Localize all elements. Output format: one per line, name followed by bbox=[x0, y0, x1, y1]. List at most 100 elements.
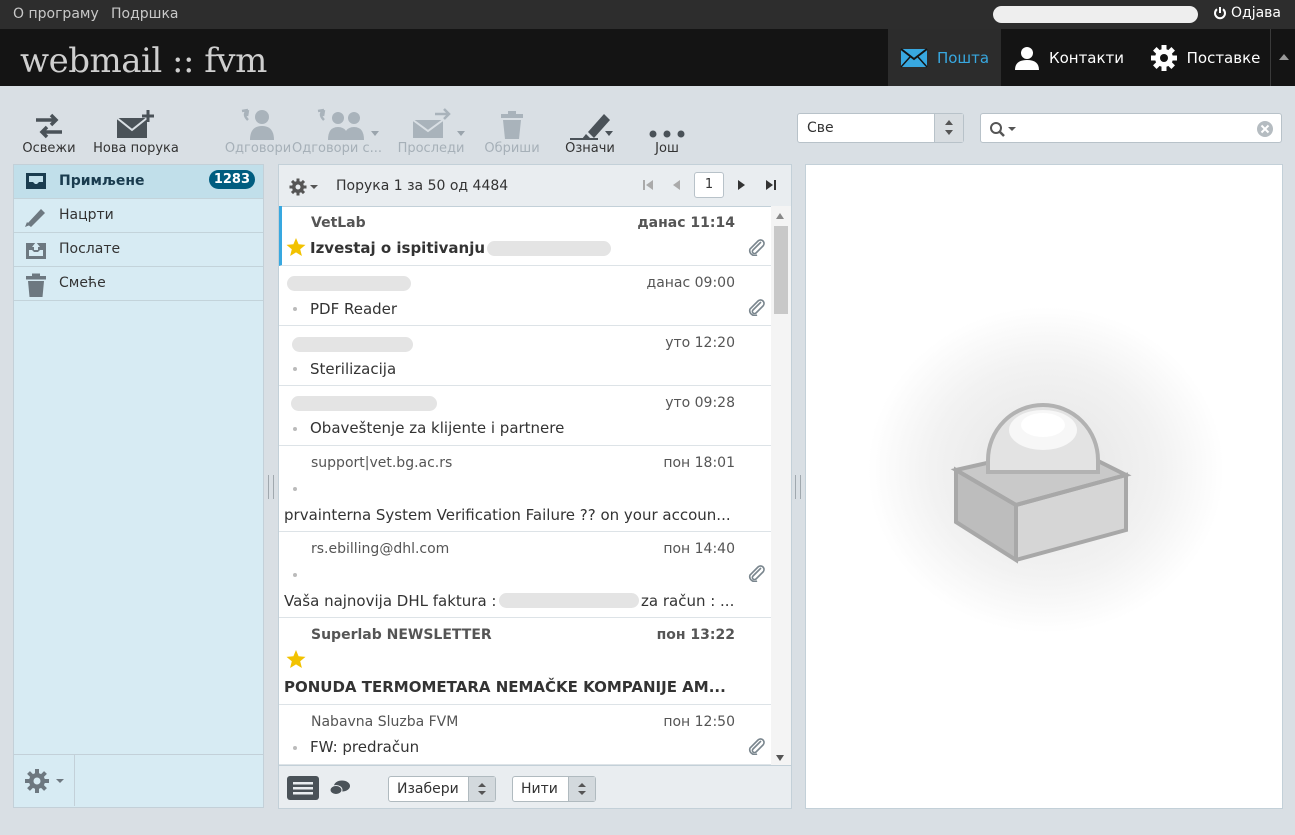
list-header: Порука 1 за 50 од 4484 1 bbox=[279, 165, 791, 207]
message-rows: VetLab данас 11:14 Izvestaj o ispitivanj… bbox=[279, 206, 771, 766]
refresh-icon bbox=[36, 113, 62, 139]
status-dot bbox=[293, 746, 297, 750]
header: webmail :: fvm Пошта Контакти Поставке bbox=[0, 29, 1295, 86]
message-from: Nabavna Sluzba FVM bbox=[311, 714, 459, 730]
status-dot bbox=[293, 367, 297, 371]
redacted-text bbox=[487, 241, 611, 256]
reply-icon bbox=[241, 108, 274, 140]
forward-label: Проследи bbox=[397, 141, 465, 156]
compose-icon bbox=[116, 110, 154, 138]
select-dropdown[interactable]: Изабери bbox=[388, 776, 496, 802]
message-row[interactable]: VetLab данас 11:14 Izvestaj o ispitivanj… bbox=[279, 206, 771, 266]
nav-mail-label: Пошта bbox=[936, 48, 990, 67]
message-from: VetLab bbox=[311, 215, 366, 231]
message-row[interactable]: уто 09:28 Obaveštenje za klijente i part… bbox=[279, 386, 771, 446]
message-from: Superlab NEWSLETTER bbox=[311, 627, 492, 643]
folder-footer bbox=[14, 754, 263, 807]
gear-icon bbox=[1150, 44, 1177, 71]
message-row[interactable]: rs.ebilling@dhl.com пон 14:40 Vaša najno… bbox=[279, 532, 771, 618]
clear-icon[interactable] bbox=[1256, 120, 1274, 138]
list-view-icon[interactable] bbox=[287, 776, 319, 800]
prev-page-icon[interactable] bbox=[671, 179, 681, 191]
redacted-sender bbox=[292, 337, 413, 352]
paperclip-icon bbox=[748, 738, 765, 755]
spinner-arrows-icon bbox=[934, 114, 963, 142]
filter-select[interactable]: Све bbox=[797, 113, 964, 143]
nav-collapse-button[interactable] bbox=[1270, 29, 1295, 86]
select-label: Изабери bbox=[397, 781, 459, 797]
message-subject: Sterilizacija bbox=[310, 360, 397, 378]
more-button[interactable]: Још bbox=[622, 104, 712, 156]
envelope-icon bbox=[900, 47, 928, 68]
folder-inbox[interactable]: Примљене 1283 bbox=[14, 165, 263, 199]
folder-sent[interactable]: Послате bbox=[14, 233, 263, 267]
top-bar: О програму Подршка Одјава bbox=[0, 0, 1295, 29]
logout-button[interactable]: Одјава bbox=[1213, 5, 1281, 21]
redacted-sender bbox=[287, 276, 411, 291]
list-options-icon[interactable] bbox=[289, 178, 321, 196]
preview-splitter[interactable] bbox=[795, 475, 801, 499]
compose-button[interactable]: Нова порука bbox=[91, 104, 181, 156]
message-list: Порука 1 за 50 од 4484 1 VetLab данас 11… bbox=[278, 164, 792, 809]
paperclip-icon bbox=[748, 565, 765, 582]
scroll-up-icon[interactable] bbox=[776, 213, 784, 219]
message-date: пон 13:22 bbox=[656, 627, 735, 643]
status-dot bbox=[293, 307, 297, 311]
scrollbar[interactable] bbox=[771, 206, 791, 766]
chevron-down-icon bbox=[605, 131, 613, 136]
folder-drafts[interactable]: Нацрти bbox=[14, 199, 263, 233]
logo: webmail :: fvm bbox=[20, 41, 267, 81]
last-page-icon[interactable] bbox=[765, 179, 777, 191]
message-count: Порука 1 за 50 од 4484 bbox=[336, 178, 509, 194]
message-subject: Vaša najnovija DHL faktura : bbox=[284, 592, 497, 610]
search-input[interactable] bbox=[980, 113, 1282, 143]
message-row[interactable]: уто 12:20 Sterilizacija bbox=[279, 326, 771, 386]
page-number-input[interactable]: 1 bbox=[694, 172, 724, 198]
forward-button[interactable]: Проследи bbox=[386, 104, 476, 156]
person-icon bbox=[1014, 46, 1039, 70]
nav-contacts[interactable]: Контакти bbox=[1005, 29, 1133, 86]
star-icon[interactable] bbox=[286, 238, 306, 257]
logout-label: Одјава bbox=[1231, 5, 1281, 21]
about-link[interactable]: О програму bbox=[13, 6, 99, 22]
user-account-field bbox=[993, 6, 1198, 23]
message-row[interactable]: данас 09:00 PDF Reader bbox=[279, 266, 771, 326]
delete-button[interactable]: Обриши bbox=[467, 104, 557, 156]
trash-icon bbox=[26, 273, 46, 297]
nav-settings[interactable]: Поставке bbox=[1140, 29, 1270, 86]
status-dot bbox=[293, 573, 297, 577]
next-page-icon[interactable] bbox=[737, 179, 747, 191]
folder-options-button[interactable] bbox=[14, 755, 75, 806]
folder-splitter[interactable] bbox=[268, 475, 274, 499]
chevron-up-icon bbox=[1279, 54, 1289, 60]
list-footer: Изабери Нити bbox=[279, 765, 791, 808]
scroll-down-icon[interactable] bbox=[776, 755, 784, 761]
refresh-button[interactable]: Освежи bbox=[4, 104, 94, 156]
delete-label: Обриши bbox=[484, 141, 540, 156]
message-subject: PDF Reader bbox=[310, 300, 398, 318]
compose-label: Нова порука bbox=[93, 141, 179, 156]
message-date: пон 12:50 bbox=[663, 714, 735, 730]
reply-all-label: Одговори с... bbox=[292, 141, 382, 156]
folder-label: Нацрти bbox=[59, 207, 114, 223]
nav-settings-label: Поставке bbox=[1186, 48, 1261, 67]
nav-mail[interactable]: Пошта bbox=[888, 29, 1001, 86]
message-row[interactable]: Nabavna Sluzba FVM пон 12:50 FW: predrač… bbox=[279, 705, 771, 765]
threads-dropdown[interactable]: Нити bbox=[512, 776, 596, 802]
reply-all-icon bbox=[317, 108, 364, 140]
star-icon[interactable] bbox=[286, 650, 306, 669]
first-page-icon[interactable] bbox=[642, 179, 654, 191]
reply-all-button[interactable]: Одговори с... bbox=[292, 104, 386, 156]
nav-contacts-label: Контакти bbox=[1048, 48, 1125, 67]
threads-view-icon[interactable] bbox=[329, 780, 351, 796]
message-row[interactable]: Superlab NEWSLETTER пон 13:22 PONUDA TER… bbox=[279, 618, 771, 705]
message-subject: PONUDA TERMOMETARA NEMAČKE KOMPANIJE AM.… bbox=[284, 678, 726, 696]
scrollbar-thumb[interactable] bbox=[774, 226, 788, 314]
status-dot bbox=[293, 427, 297, 431]
spinner-arrows-icon bbox=[468, 777, 495, 801]
roundcube-logo-icon bbox=[950, 403, 1132, 564]
folder-trash[interactable]: Смеће bbox=[14, 267, 263, 301]
message-row[interactable]: support|vet.bg.ac.rs пон 18:01 prvainter… bbox=[279, 446, 771, 532]
support-link[interactable]: Подршка bbox=[111, 6, 179, 22]
chevron-down-icon bbox=[371, 131, 379, 136]
